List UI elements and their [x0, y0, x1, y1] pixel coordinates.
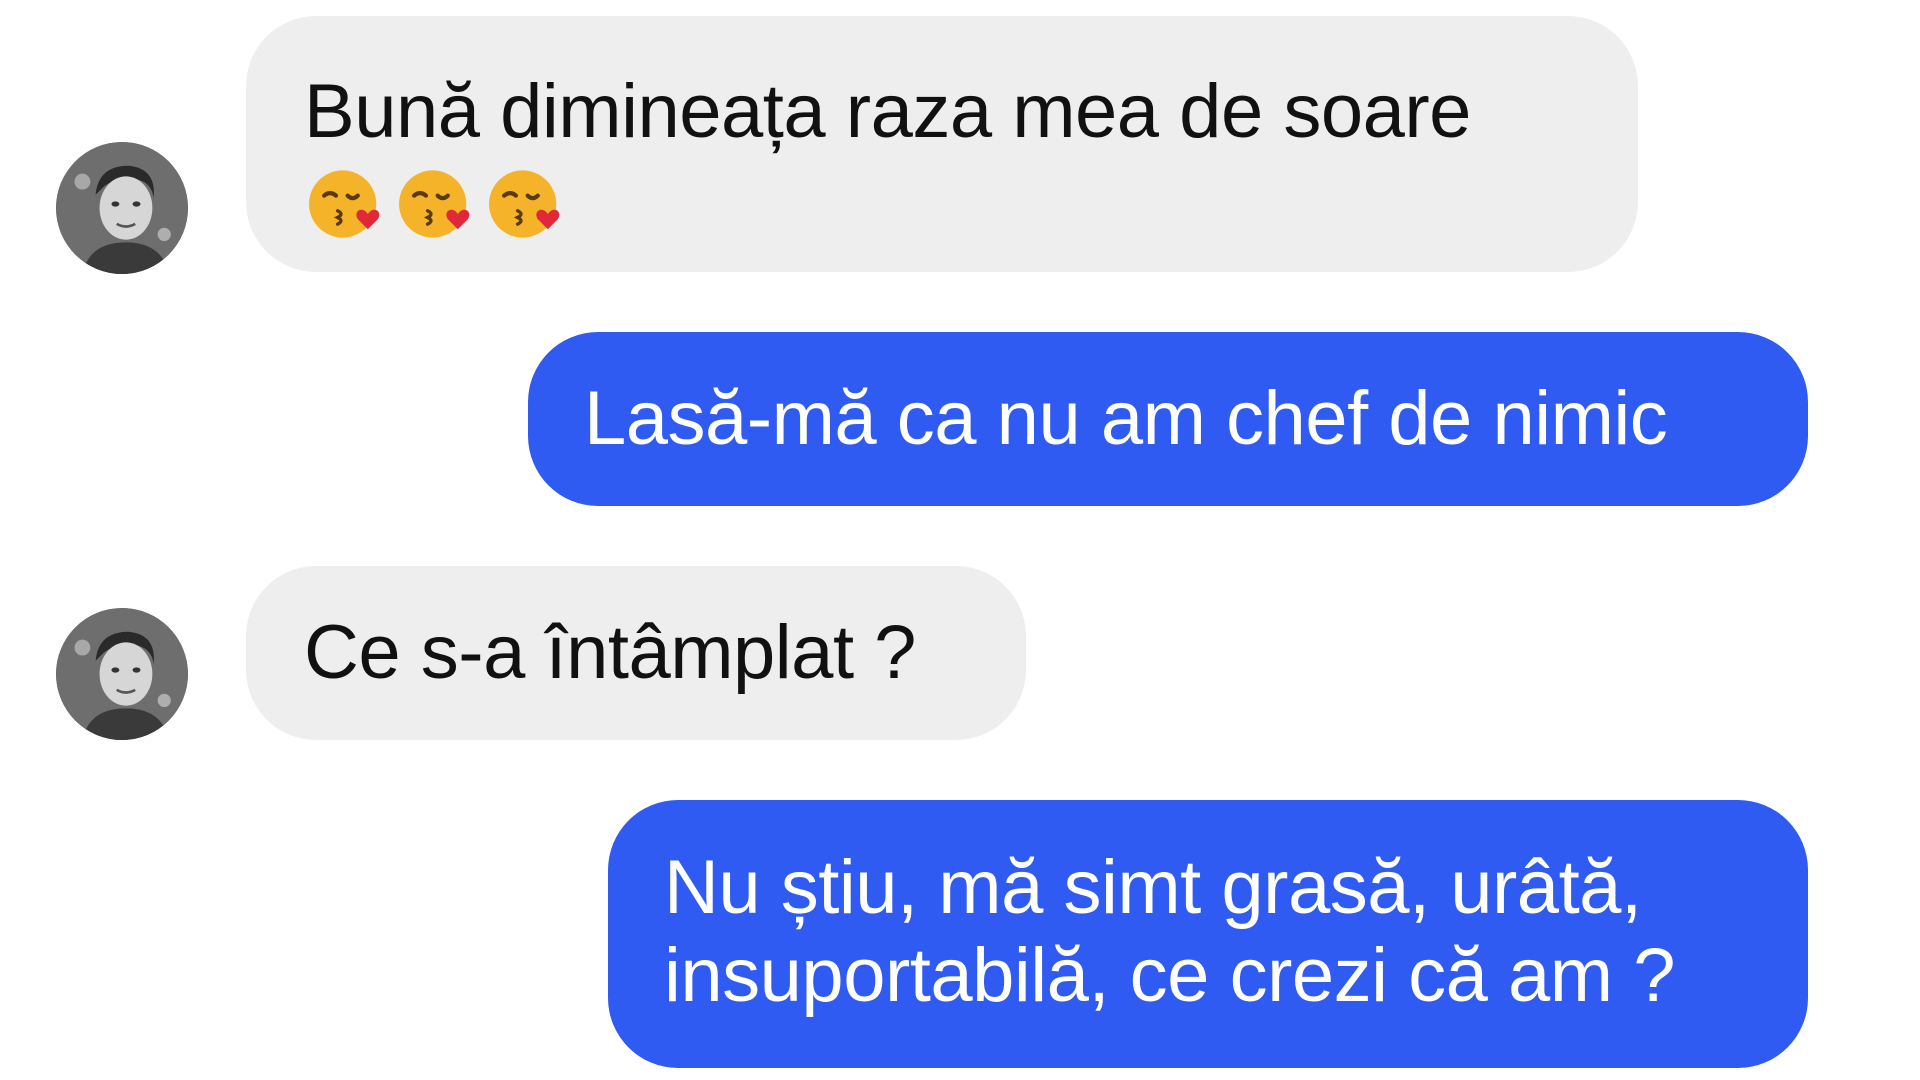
emoji-row [304, 162, 1638, 246]
message-text: Nu știu, mă simt grasă, urâtă, [664, 845, 1642, 930]
person-photo-icon [56, 142, 188, 274]
message-text: insuportabilă, ce crezi că am ? [664, 933, 1675, 1018]
person-photo-icon [56, 608, 188, 740]
contact-avatar[interactable] [56, 142, 188, 274]
message-bubble-outgoing[interactable]: Lasă-mă ca nu am chef de nimic [528, 332, 1808, 506]
message-bubble-incoming[interactable]: Ce s-a întâmplat ? [246, 566, 1026, 740]
kissing-face-with-heart-icon [309, 170, 380, 238]
contact-avatar[interactable] [56, 608, 188, 740]
message-text: Ce s-a întâmplat ? [304, 610, 916, 695]
message-bubble-outgoing[interactable]: Nu știu, mă simt grasă, urâtă, insuporta… [608, 800, 1808, 1068]
kissing-face-with-heart-icon [399, 170, 470, 238]
message-bubble-incoming[interactable]: Bună dimineața raza mea de soare [246, 16, 1638, 272]
message-text: Bună dimineața raza mea de soare [304, 69, 1471, 154]
kissing-face-with-heart-icon [489, 170, 560, 238]
chat-thread: Bună dimineața raza mea de soare Lasă-mă… [0, 0, 1920, 1080]
message-text: Lasă-mă ca nu am chef de nimic [584, 376, 1668, 461]
